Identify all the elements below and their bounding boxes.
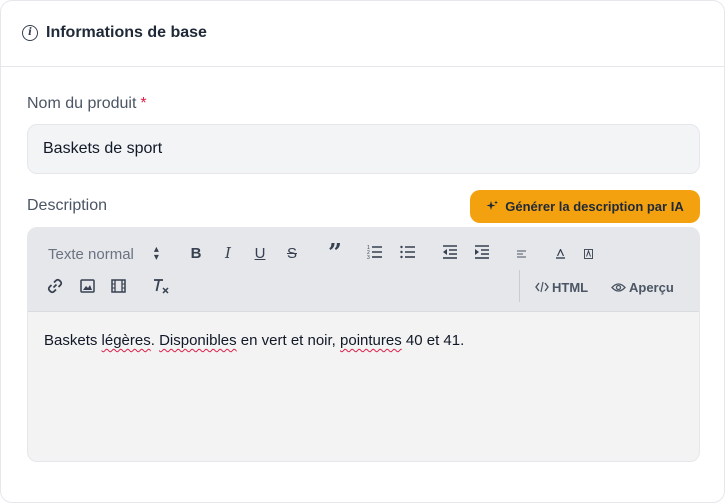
basic-info-card: i Informations de base Nom du produit* D… bbox=[0, 0, 725, 503]
rich-text-editor: Texte normal ▴ ▾ B I U S ” 1 2 3 HTML Ap… bbox=[27, 227, 700, 462]
misspelled-word: pointures bbox=[340, 332, 402, 349]
desc-text-2: . bbox=[150, 332, 160, 349]
code-icon bbox=[535, 281, 549, 293]
video-icon[interactable] bbox=[111, 279, 126, 293]
required-mark: * bbox=[140, 95, 147, 112]
html-button[interactable]: HTML bbox=[535, 276, 588, 298]
eye-icon bbox=[611, 282, 626, 292]
section-title: Informations de base bbox=[46, 24, 207, 41]
product-name-label: Nom du produit * bbox=[27, 95, 147, 113]
misspelled-word: Disponibles bbox=[159, 332, 237, 349]
strikethrough-icon[interactable]: S bbox=[281, 242, 303, 264]
text-style-value: Texte normal bbox=[48, 245, 134, 263]
desc-text-4: 40 et 41. bbox=[401, 332, 465, 349]
font-color-icon[interactable] bbox=[556, 249, 565, 259]
select-arrows-icon: ▴ ▾ bbox=[153, 244, 159, 263]
html-label: HTML bbox=[552, 279, 589, 295]
background-color-icon[interactable] bbox=[584, 249, 593, 259]
svg-text:3: 3 bbox=[367, 255, 370, 260]
toolbar-separator bbox=[519, 270, 520, 302]
preview-button[interactable]: Aperçu bbox=[611, 276, 674, 298]
editor-toolbar: Texte normal ▴ ▾ B I U S ” 1 2 3 HTML Ap… bbox=[28, 228, 699, 312]
bold-icon[interactable]: B bbox=[185, 242, 207, 264]
link-icon[interactable] bbox=[47, 278, 63, 294]
clear-format-icon[interactable] bbox=[152, 278, 170, 295]
editor-content[interactable]: Baskets légères. Disponibles en vert et … bbox=[44, 332, 464, 349]
misspelled-word: légères bbox=[101, 332, 151, 349]
product-name-label-text: Nom du produit bbox=[27, 95, 137, 112]
ordered-list-icon[interactable]: 1 2 3 bbox=[367, 244, 383, 260]
info-icon: i bbox=[22, 25, 38, 41]
generate-ai-description-button[interactable]: Générer la description par IA bbox=[470, 190, 700, 223]
description-label: Description bbox=[27, 197, 108, 214]
outdent-icon[interactable] bbox=[442, 244, 458, 260]
sparkles-icon bbox=[486, 200, 499, 210]
product-name-input[interactable] bbox=[27, 124, 700, 174]
preview-label: Aperçu bbox=[629, 279, 674, 295]
align-icon[interactable] bbox=[517, 250, 526, 258]
card-header: i Informations de base bbox=[1, 1, 724, 67]
quote-icon[interactable]: ” bbox=[324, 238, 346, 267]
italic-icon[interactable]: I bbox=[217, 242, 239, 264]
ai-button-label: Générer la description par IA bbox=[505, 199, 684, 214]
image-icon[interactable] bbox=[80, 279, 95, 293]
desc-text-3: en vert et noir, bbox=[236, 332, 341, 349]
text-style-select[interactable]: Texte normal ▴ ▾ bbox=[48, 243, 159, 265]
indent-icon[interactable] bbox=[474, 244, 490, 260]
desc-text-1: Baskets bbox=[44, 332, 102, 349]
bullet-list-icon[interactable] bbox=[400, 244, 416, 260]
underline-icon[interactable]: U bbox=[249, 242, 271, 264]
